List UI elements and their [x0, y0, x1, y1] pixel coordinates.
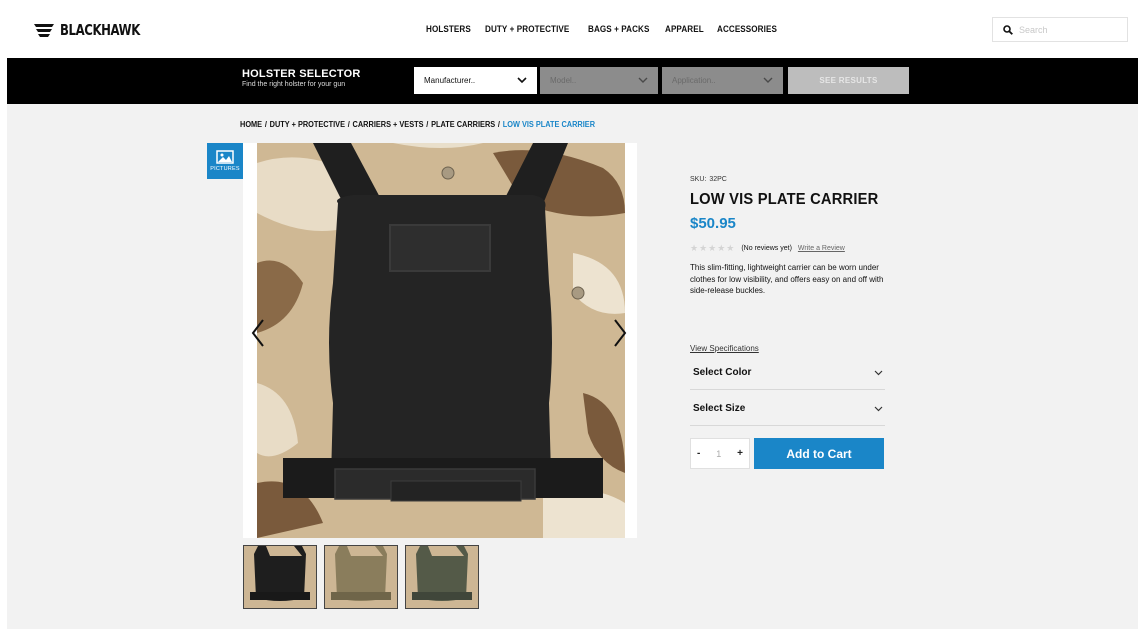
add-to-cart-button[interactable]: Add to Cart	[754, 438, 884, 469]
product-description: This slim-fitting, lightweight carrier c…	[690, 263, 884, 295]
pictures-button[interactable]: PICTURES	[207, 143, 243, 179]
search-input[interactable]	[1019, 24, 1119, 35]
quantity-stepper: - 1 +	[690, 438, 750, 469]
chevron-down-icon	[874, 406, 883, 411]
thumbnail-tan[interactable]	[324, 545, 398, 609]
chevron-down-icon	[874, 370, 883, 375]
product-title: LOW VIS PLATE CARRIER	[690, 191, 879, 208]
select-size-dropdown[interactable]: Select Size	[690, 392, 885, 426]
plate-carrier-photo	[243, 143, 637, 538]
see-results-button[interactable]: SEE RESULTS	[788, 67, 909, 94]
breadcrumb-current: LOW VIS PLATE CARRIER	[502, 120, 596, 129]
breadcrumb-plate-carriers[interactable]: PLATE CARRIERS	[431, 120, 495, 129]
pictures-label: PICTURES	[210, 166, 240, 172]
nav-holsters[interactable]: HOLSTERS	[426, 24, 471, 34]
model-dropdown[interactable]: Model..	[540, 67, 658, 94]
select-color-dropdown[interactable]: Select Color	[690, 356, 885, 390]
reviews-count: (No reviews yet)	[741, 245, 792, 252]
thumbnail-black-image	[244, 546, 316, 608]
sku-value: 32PC	[709, 176, 727, 183]
breadcrumb-separator: /	[497, 120, 500, 129]
breadcrumb: HOME / DUTY + PROTECTIVE / CARRIERS + VE…	[240, 120, 595, 129]
holster-selector-bar: HOLSTER SELECTOR Find the right holster …	[7, 58, 1138, 104]
product-price: $50.95	[690, 215, 736, 232]
search-icon[interactable]	[1003, 24, 1013, 35]
next-image-arrow-icon[interactable]	[613, 318, 627, 348]
search-box[interactable]	[992, 17, 1128, 42]
quantity-increase-button[interactable]: +	[737, 448, 743, 459]
chevron-down-icon	[638, 77, 648, 83]
view-specifications-link[interactable]: View Specifications	[690, 344, 759, 353]
select-size-label: Select Size	[693, 403, 746, 414]
breadcrumb-separator: /	[347, 120, 350, 129]
holster-selector-subtitle: Find the right holster for your gun	[242, 81, 346, 88]
logo-text: BLACKHAWK	[60, 21, 140, 39]
site-header: BLACKHAWK HOLSTERS DUTY + PROTECTIVE BAG…	[0, 0, 1138, 58]
nav-duty-protective[interactable]: DUTY + PROTECTIVE	[485, 24, 569, 34]
rating-stars-icon: ★★★★★	[690, 243, 736, 253]
nav-bags-packs[interactable]: BAGS + PACKS	[588, 24, 649, 34]
write-review-link[interactable]: Write a Review	[798, 245, 845, 252]
main-nav: HOLSTERS DUTY + PROTECTIVE BAGS + PACKS …	[426, 24, 784, 34]
brand-logo[interactable]: BLACKHAWK	[34, 20, 162, 40]
holster-selector-title: HOLSTER SELECTOR	[242, 68, 361, 80]
quantity-value[interactable]: 1	[716, 449, 721, 459]
breadcrumb-separator: /	[264, 120, 267, 129]
product-main-image[interactable]	[243, 143, 637, 538]
chevron-down-icon	[763, 77, 773, 83]
image-icon	[216, 150, 234, 164]
nav-accessories[interactable]: ACCESSORIES	[717, 24, 777, 34]
manufacturer-dropdown[interactable]: Manufacturer..	[414, 67, 537, 94]
application-dropdown-value: Application..	[672, 76, 716, 85]
select-color-label: Select Color	[693, 367, 752, 378]
product-sku: SKU: 32PC	[690, 176, 727, 183]
nav-apparel[interactable]: APPAREL	[665, 24, 704, 34]
thumbnail-black[interactable]	[243, 545, 317, 609]
model-dropdown-value: Model..	[550, 76, 577, 85]
sku-label: SKU:	[690, 176, 707, 183]
page: BLACKHAWK HOLSTERS DUTY + PROTECTIVE BAG…	[0, 0, 1138, 629]
thumbnail-tan-image	[325, 546, 397, 608]
breadcrumb-home[interactable]: HOME	[240, 120, 262, 129]
breadcrumb-carriers-vests[interactable]: CARRIERS + VESTS	[353, 120, 424, 129]
breadcrumb-duty-protective[interactable]: DUTY + PROTECTIVE	[270, 120, 345, 129]
thumbnail-strip	[243, 545, 479, 609]
thumbnail-olive[interactable]	[405, 545, 479, 609]
product-reviews: ★★★★★ (No reviews yet) Write a Review	[690, 243, 845, 254]
holster-selector-heading: HOLSTER SELECTOR Find the right holster …	[242, 68, 361, 88]
breadcrumb-separator: /	[426, 120, 429, 129]
manufacturer-dropdown-value: Manufacturer..	[424, 76, 476, 85]
application-dropdown[interactable]: Application..	[662, 67, 783, 94]
previous-image-arrow-icon[interactable]	[251, 318, 265, 348]
thumbnail-olive-image	[406, 546, 478, 608]
chevron-down-icon	[517, 77, 527, 84]
quantity-decrease-button[interactable]: -	[697, 448, 700, 459]
blackhawk-logo-icon	[34, 24, 54, 37]
